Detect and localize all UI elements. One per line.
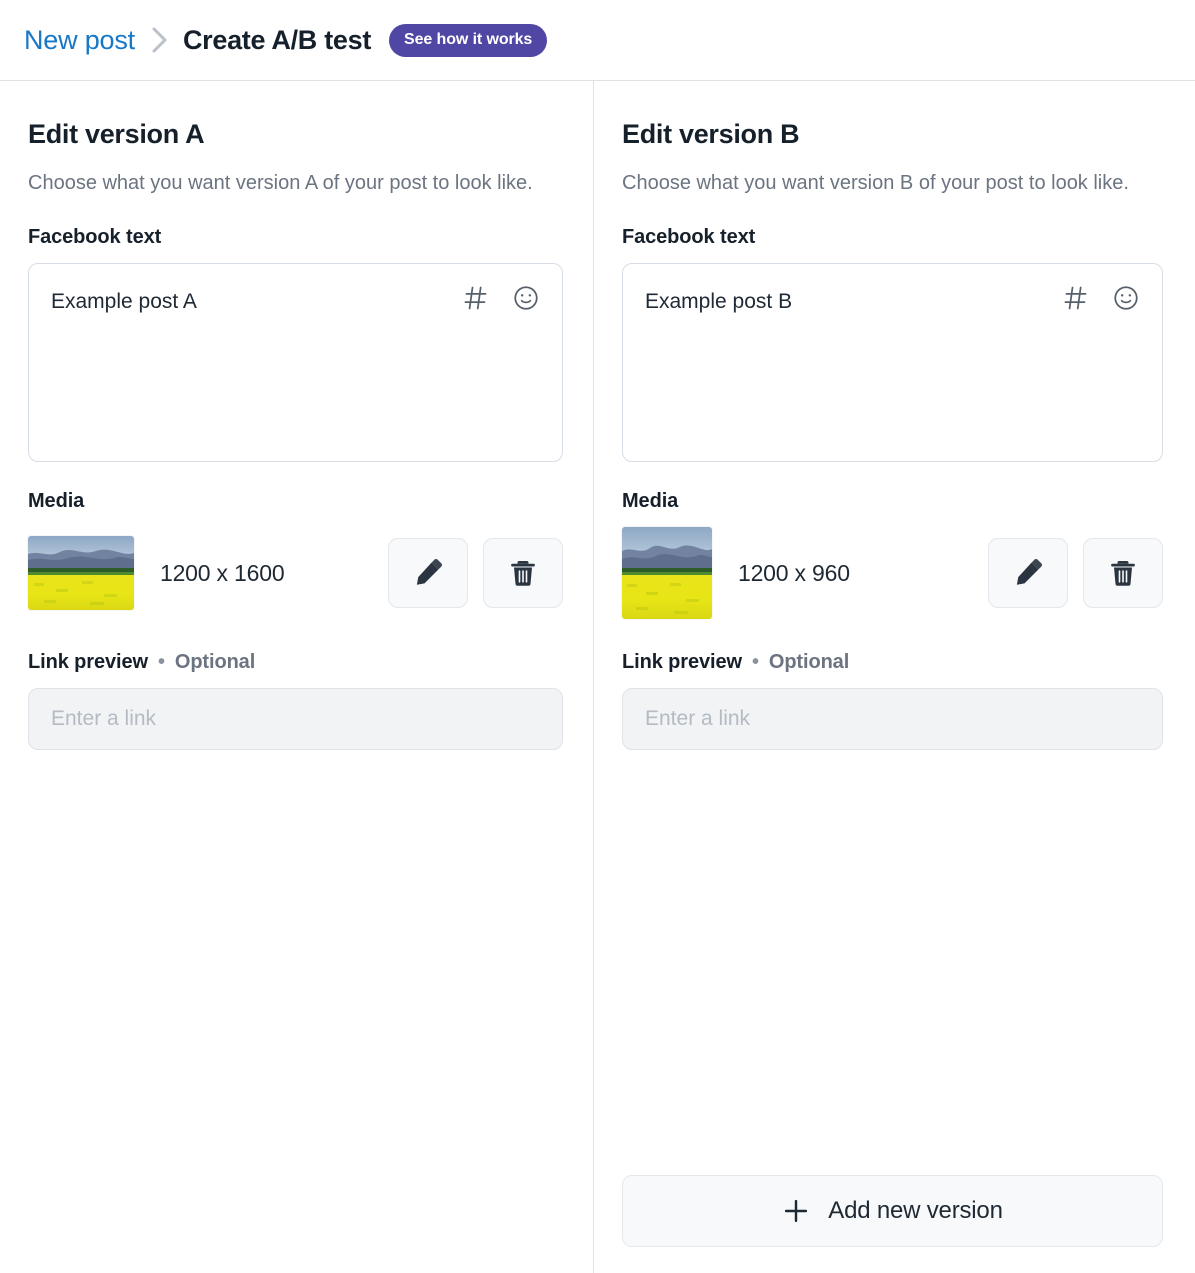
version-a-delete-media-button[interactable] — [483, 538, 563, 608]
version-a-spacer — [28, 750, 563, 1273]
version-a-composer-label: Facebook text — [28, 226, 563, 249]
pencil-icon — [1013, 558, 1043, 588]
chevron-right-icon — [151, 26, 169, 54]
version-b-delete-media-button[interactable] — [1083, 538, 1163, 608]
label-separator-dot: • — [752, 651, 759, 674]
trash-icon — [1108, 558, 1138, 588]
version-b-facebook-text-input[interactable]: Example post B — [622, 263, 1163, 462]
version-a-composer-value: Example post A — [51, 288, 197, 315]
version-a-media-size: 1200 x 1600 — [160, 560, 284, 587]
version-a-link-preview-label-row: Link preview • Optional — [28, 651, 563, 674]
version-b-column: Edit version B Choose what you want vers… — [593, 81, 1195, 1273]
version-a-link-preview-label: Link preview — [28, 651, 148, 674]
hashtag-icon[interactable] — [462, 284, 490, 312]
ab-test-editor: Edit version A Choose what you want vers… — [0, 81, 1195, 1273]
pencil-icon — [413, 558, 443, 588]
version-a-media-thumbnail[interactable] — [28, 536, 134, 610]
version-a-title: Edit version A — [28, 119, 563, 150]
hashtag-icon[interactable] — [1062, 284, 1090, 312]
add-new-version-label: Add new version — [828, 1197, 1002, 1225]
version-a-description: Choose what you want version A of your p… — [28, 168, 558, 198]
version-a-facebook-text-input[interactable]: Example post A — [28, 263, 563, 462]
version-b-media-thumbnail[interactable] — [622, 527, 712, 619]
version-a-composer-tools — [462, 284, 540, 312]
version-b-media-size: 1200 x 960 — [738, 560, 850, 587]
version-b-composer-tools — [1062, 284, 1140, 312]
version-a-column: Edit version A Choose what you want vers… — [0, 81, 593, 1273]
label-separator-dot: • — [158, 651, 165, 674]
version-b-composer-value: Example post B — [645, 288, 792, 315]
version-a-media-actions — [388, 538, 563, 608]
breadcrumb-header: New post Create A/B test See how it work… — [0, 0, 1195, 81]
version-a-media-row: 1200 x 1600 — [28, 527, 563, 619]
version-a-media-label: Media — [28, 490, 563, 513]
page-title: Create A/B test — [183, 25, 371, 56]
version-b-link-preview-label-row: Link preview • Optional — [622, 651, 1163, 674]
version-b-spacer — [622, 750, 1163, 1175]
version-b-media-actions — [988, 538, 1163, 608]
version-b-link-input[interactable] — [622, 688, 1163, 750]
trash-icon — [508, 558, 538, 588]
version-b-link-optional-label: Optional — [769, 651, 849, 674]
version-a-link-input[interactable] — [28, 688, 563, 750]
emoji-icon[interactable] — [1112, 284, 1140, 312]
plus-icon — [782, 1197, 810, 1225]
add-new-version-button[interactable]: Add new version — [622, 1175, 1163, 1247]
version-a-link-optional-label: Optional — [175, 651, 255, 674]
emoji-icon[interactable] — [512, 284, 540, 312]
version-b-composer-label: Facebook text — [622, 226, 1163, 249]
version-b-link-preview-label: Link preview — [622, 651, 742, 674]
version-b-edit-media-button[interactable] — [988, 538, 1068, 608]
version-b-media-row: 1200 x 960 — [622, 527, 1163, 619]
see-how-it-works-badge[interactable]: See how it works — [389, 24, 547, 57]
version-a-edit-media-button[interactable] — [388, 538, 468, 608]
version-b-title: Edit version B — [622, 119, 1163, 150]
version-b-media-label: Media — [622, 490, 1163, 513]
breadcrumb-new-post-link[interactable]: New post — [24, 25, 135, 56]
version-b-description: Choose what you want version B of your p… — [622, 168, 1152, 198]
